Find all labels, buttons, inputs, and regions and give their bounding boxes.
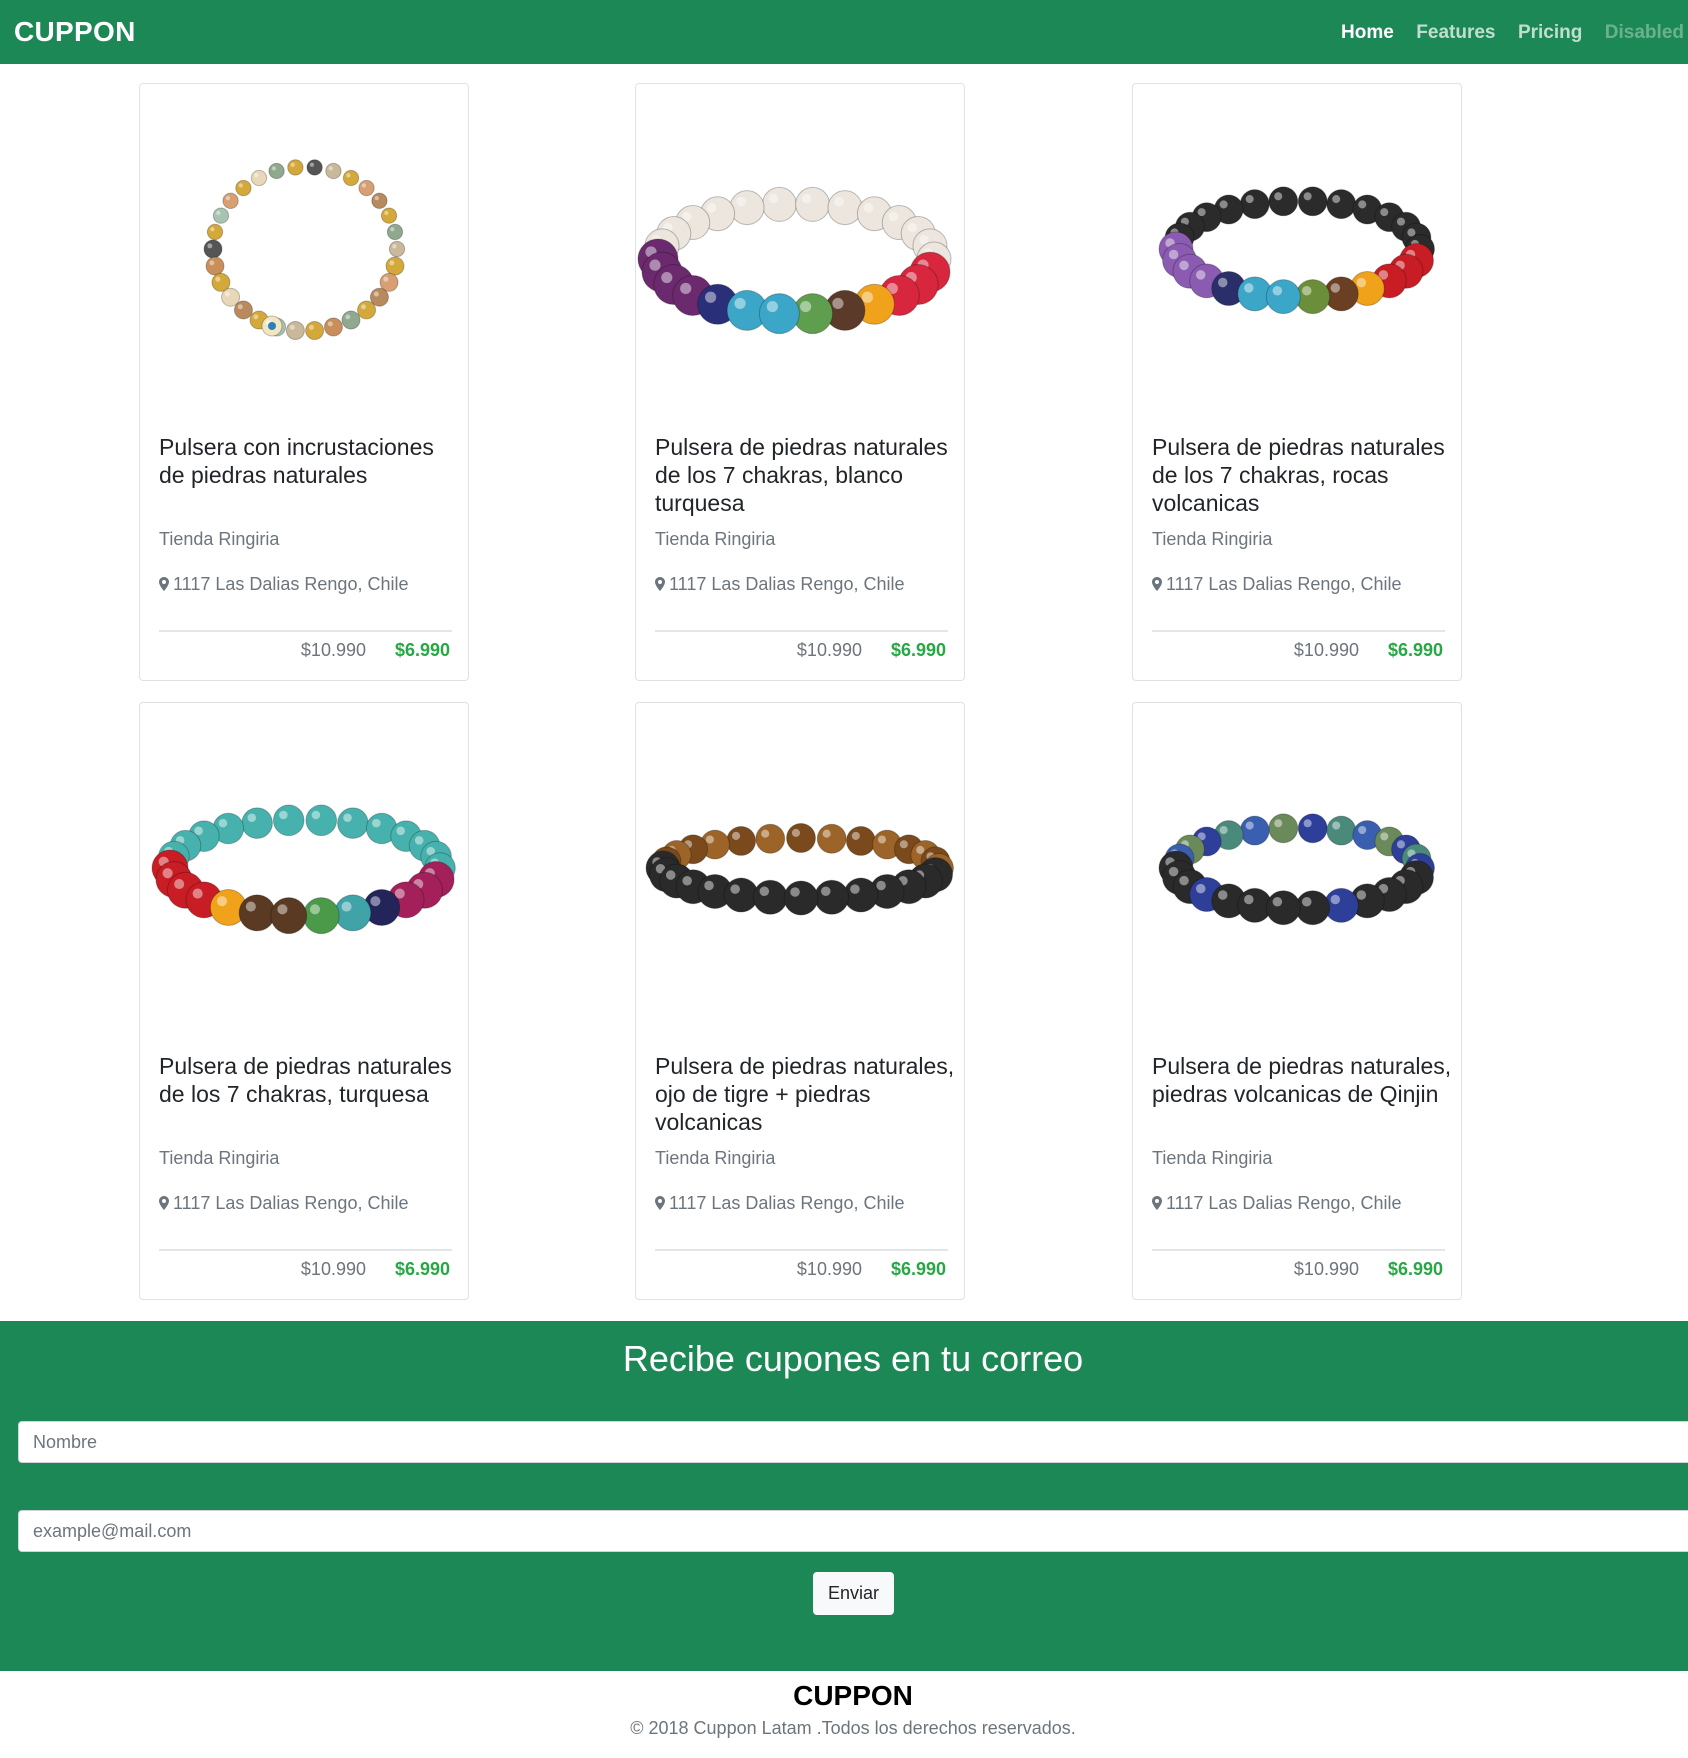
product-card[interactable]: Pulsera de piedras naturales de los 7 ch… [1132, 83, 1462, 681]
discount-price: $6.990 [1387, 1259, 1443, 1279]
discount-price: $6.990 [1387, 640, 1443, 660]
nav-link-pricing[interactable]: Pricing [1518, 20, 1582, 46]
store-name: Tienda Ringiria [159, 1148, 280, 1168]
original-price: $10.990 [1293, 1259, 1359, 1279]
address-text: 1117 Las Dalias Rengo, Chile [1166, 1193, 1402, 1213]
store-address: 1117 Las Dalias Rengo, Chile [1152, 573, 1401, 595]
product-card[interactable]: Pulsera con incrustaciones de piedras na… [139, 83, 469, 681]
store-name: Tienda Ringiria [655, 529, 776, 549]
address-text: 1117 Las Dalias Rengo, Chile [173, 1193, 409, 1213]
store-name: Tienda Ringiria [1152, 529, 1273, 549]
original-price: $10.990 [300, 1259, 366, 1279]
map-pin-icon [1152, 577, 1162, 591]
product-card[interactable]: Pulsera de piedras naturales de los 7 ch… [635, 83, 965, 681]
map-pin-icon [655, 1196, 665, 1210]
map-pin-icon [159, 1196, 169, 1210]
email-input[interactable] [18, 1510, 1688, 1552]
card-divider [159, 630, 452, 632]
card-divider [1152, 1249, 1445, 1251]
brand-logo[interactable]: CUPPON [14, 14, 136, 50]
nav-link-features[interactable]: Features [1416, 20, 1495, 46]
address-text: 1117 Las Dalias Rengo, Chile [669, 1193, 905, 1213]
product-card[interactable]: Pulsera de piedras naturales, piedras vo… [1132, 702, 1462, 1300]
store-address: 1117 Las Dalias Rengo, Chile [655, 573, 904, 595]
store-name: Tienda Ringiria [655, 1148, 776, 1168]
discount-price: $6.990 [890, 1259, 946, 1279]
store-address: 1117 Las Dalias Rengo, Chile [159, 573, 408, 595]
nav-links: Home Features Pricing Disabled [1323, 20, 1684, 46]
store-name: Tienda Ringiria [159, 529, 280, 549]
newsletter-title: Recibe cupones en tu correo [622, 1338, 1084, 1379]
product-image[interactable] [1133, 703, 1461, 1033]
card-divider [655, 630, 948, 632]
original-price: $10.990 [300, 640, 366, 660]
card-divider [1152, 630, 1445, 632]
product-image[interactable] [140, 84, 468, 414]
product-title[interactable]: Pulsera con incrustaciones de piedras na… [159, 433, 459, 489]
discount-price: $6.990 [394, 640, 450, 660]
map-pin-icon [655, 577, 665, 591]
address-text: 1117 Las Dalias Rengo, Chile [173, 574, 409, 594]
newsletter-section: Recibe cupones en tu correo Enviar [0, 1321, 1688, 1671]
product-title[interactable]: Pulsera de piedras naturales de los 7 ch… [655, 433, 955, 517]
product-image[interactable] [636, 84, 964, 414]
store-address: 1117 Las Dalias Rengo, Chile [1152, 1192, 1401, 1214]
store-name: Tienda Ringiria [1152, 1148, 1273, 1168]
product-image[interactable] [1133, 84, 1461, 414]
map-pin-icon [159, 577, 169, 591]
store-address: 1117 Las Dalias Rengo, Chile [655, 1192, 904, 1214]
product-card[interactable]: Pulsera de piedras naturales de los 7 ch… [139, 702, 469, 1300]
submit-button[interactable]: Enviar [813, 1572, 894, 1615]
product-title[interactable]: Pulsera de piedras naturales, ojo de tig… [655, 1052, 955, 1136]
store-address: 1117 Las Dalias Rengo, Chile [159, 1192, 408, 1214]
navbar: CUPPON Home Features Pricing Disabled [0, 0, 1688, 64]
original-price: $10.990 [796, 640, 862, 660]
name-input[interactable] [18, 1421, 1688, 1463]
address-text: 1117 Las Dalias Rengo, Chile [669, 574, 905, 594]
copyright-text: © 2018 Cuppon Latam .Todos los derechos … [630, 1718, 1076, 1738]
original-price: $10.990 [796, 1259, 862, 1279]
discount-price: $6.990 [890, 640, 946, 660]
product-card[interactable]: Pulsera de piedras naturales, ojo de tig… [635, 702, 965, 1300]
nav-link-home[interactable]: Home [1341, 20, 1394, 46]
address-text: 1117 Las Dalias Rengo, Chile [1166, 574, 1402, 594]
product-image[interactable] [636, 703, 964, 1033]
product-image[interactable] [140, 703, 468, 1033]
map-pin-icon [1152, 1196, 1162, 1210]
card-divider [159, 1249, 452, 1251]
card-divider [655, 1249, 948, 1251]
discount-price: $6.990 [394, 1259, 450, 1279]
footer-brand: CUPPON [793, 1680, 913, 1711]
product-title[interactable]: Pulsera de piedras naturales de los 7 ch… [1152, 433, 1452, 517]
original-price: $10.990 [1293, 640, 1359, 660]
nav-link-disabled: Disabled [1604, 22, 1684, 43]
product-title[interactable]: Pulsera de piedras naturales, piedras vo… [1152, 1052, 1452, 1108]
product-title[interactable]: Pulsera de piedras naturales de los 7 ch… [159, 1052, 459, 1108]
